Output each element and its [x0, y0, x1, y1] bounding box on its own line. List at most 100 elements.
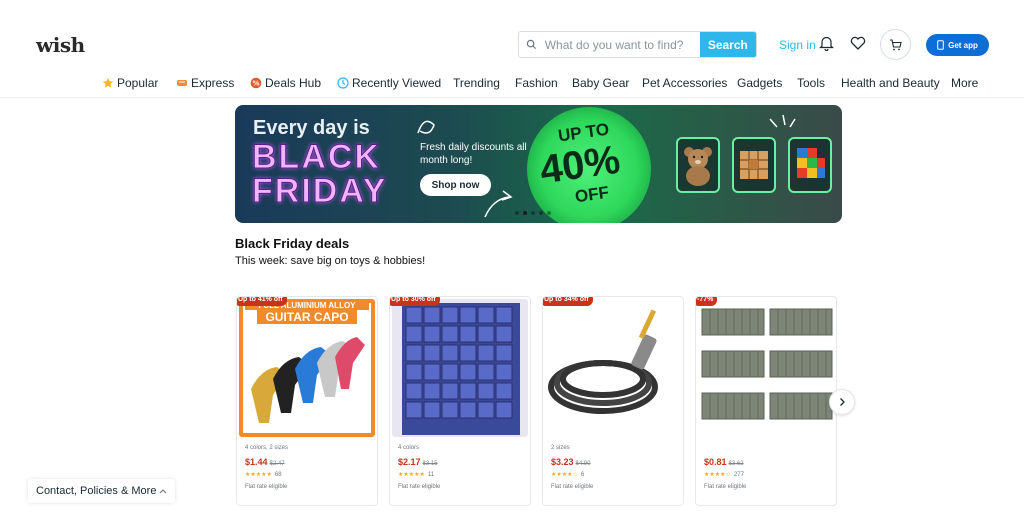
bell-icon[interactable]	[819, 35, 834, 56]
product-card[interactable]: Up to 41% off FULL ALUMINIUM ALLOY GUITA…	[236, 296, 378, 506]
nav-item-trending[interactable]: Trending	[453, 76, 500, 90]
get-app-label: Get app	[948, 40, 978, 50]
product-card[interactable]: -77% $0.81 $3.62 ★★★★☆ 277 Flat rate eligi…	[695, 296, 837, 506]
nav-item-deals-hub[interactable]: % Deals Hub	[250, 76, 321, 90]
express-icon	[177, 80, 187, 86]
discount-badge: Up to 34% off	[543, 297, 593, 306]
nav-item-pet-accessories[interactable]: Pet Accessories	[642, 76, 727, 90]
price-current: $1.44	[245, 457, 268, 467]
product-variants: 4 colors, 2 sizes	[245, 445, 289, 451]
banner-subtitle: Fresh daily discounts all month long!	[420, 142, 527, 166]
product-price: $1.44 $2.47	[245, 457, 285, 467]
nav-item-popular[interactable]: Popular	[102, 76, 158, 90]
shop-now-button[interactable]: Shop now	[420, 174, 491, 196]
price-original: $2.47	[269, 461, 285, 467]
rating-stars: ★★★★★	[245, 472, 272, 478]
product-variants: 2 sizes	[551, 445, 570, 451]
price-original: $4.90	[575, 461, 591, 467]
heart-icon[interactable]	[850, 36, 866, 55]
nav-item-health-and-beauty[interactable]: Health and Beauty	[841, 76, 940, 90]
carousel-dot[interactable]	[539, 211, 543, 215]
nav-item-express[interactable]: Express	[176, 76, 234, 90]
product-card[interactable]: Up to 34% off 2 sizes $3.23 $4.90 ★★★★☆ 6 …	[542, 296, 684, 506]
search-input[interactable]	[544, 32, 700, 57]
rating-stars: ★★★★★	[398, 472, 425, 478]
get-app-button[interactable]: Get app	[926, 34, 989, 56]
price-original: $3.62	[728, 461, 744, 467]
section-title: Black Friday deals	[235, 236, 350, 251]
svg-text:%: %	[252, 80, 259, 88]
price-current: $2.17	[398, 457, 421, 467]
product-image-dice	[392, 299, 528, 437]
product-variants: 4 colors	[398, 445, 420, 451]
product-image-guitar-capo: FULL ALUMINIUM ALLOY GUITAR CAPO	[239, 299, 375, 437]
product-price: $2.17 $3.15	[398, 457, 438, 467]
black-friday-banner[interactable]: Every day is BLACK FRIDAY Fresh daily di…	[235, 105, 842, 223]
search-bar: Search	[518, 31, 757, 58]
product-price: $3.23 $4.90	[551, 457, 591, 467]
review-count: 6	[580, 471, 585, 478]
star-icon	[102, 77, 114, 88]
product-card[interactable]: Up to 30% off 4 colors $2.17 $3.15 ★★★★★ 1…	[389, 296, 531, 506]
product-rating: ★★★★★ 11	[398, 471, 435, 479]
chevron-up-icon	[160, 489, 167, 494]
nav-label: Deals Hub	[265, 76, 322, 90]
review-count: 11	[427, 471, 435, 478]
nav-label: Express	[191, 76, 235, 90]
shipping-note: Flat rate eligible	[398, 484, 441, 490]
color-blocks-image	[788, 137, 832, 193]
search-icon	[519, 32, 545, 57]
shipping-note: Flat rate eligible	[704, 484, 747, 490]
image-title: GUITAR CAPO	[257, 310, 357, 324]
search-button[interactable]: Search	[699, 32, 756, 57]
price-current: $3.23	[551, 457, 574, 467]
carousel-dot[interactable]	[531, 211, 535, 215]
nav-item-more[interactable]: More	[951, 76, 978, 90]
shipping-note: Flat rate eligible	[551, 484, 594, 490]
sign-in-link[interactable]: Sign in	[779, 38, 816, 52]
section-subtitle: This week: save big on toys & hobbies!	[235, 255, 426, 267]
nav-item-recently-viewed[interactable]: Recently Viewed	[337, 76, 441, 90]
wish-logo[interactable]: wish	[36, 33, 85, 57]
phone-icon	[937, 40, 944, 50]
nav-item-fashion[interactable]: Fashion	[515, 76, 558, 90]
nav-item-tools[interactable]: Tools	[797, 76, 825, 90]
carousel-dot[interactable]	[515, 211, 519, 215]
footer-link-label: Contact, Policies & More	[36, 485, 157, 497]
teddy-bear-image	[676, 137, 720, 193]
product-price: $0.81 $3.62	[704, 457, 744, 467]
discount-badge: Up to 30% off	[390, 297, 440, 306]
banner-line1: Every day is	[253, 117, 370, 139]
price-current: $0.81	[704, 457, 727, 467]
nav-item-gadgets[interactable]: Gadgets	[737, 76, 782, 90]
nav-label: Recently Viewed	[352, 76, 442, 90]
discount-badge: Up to 41% off	[237, 297, 287, 306]
carousel-next-button[interactable]	[829, 389, 855, 415]
banner-line3: FRIDAY	[251, 172, 388, 211]
carousel-dot[interactable]	[547, 211, 551, 215]
rating-stars: ★★★★☆	[551, 472, 578, 478]
product-rating: ★★★★★ 68	[245, 471, 282, 479]
discount-badge: -77%	[696, 297, 718, 306]
product-image-containers	[698, 299, 834, 437]
product-rating: ★★★★☆ 277	[704, 471, 744, 479]
header: wish Search Sign in Get app	[0, 0, 1024, 70]
carousel-dot-active[interactable]	[523, 211, 527, 215]
product-image-audio-cable	[545, 299, 681, 437]
category-nav: Popular Express % Deals Hub Recently Vie…	[0, 70, 1024, 98]
clock-icon	[337, 77, 349, 89]
nav-item-baby-gear[interactable]: Baby Gear	[572, 76, 629, 90]
review-count: 277	[733, 471, 744, 478]
cart-button[interactable]	[880, 29, 911, 60]
price-original: $3.15	[422, 461, 438, 467]
product-rating: ★★★★☆ 6	[551, 471, 585, 479]
wood-puzzle-image	[732, 137, 776, 193]
nav-label: Popular	[117, 76, 159, 90]
contact-policies-link[interactable]: Contact, Policies & More	[28, 479, 176, 503]
cart-icon	[890, 38, 902, 50]
shipping-note: Flat rate eligible	[245, 484, 288, 490]
rating-stars: ★★★★☆	[704, 472, 731, 478]
carousel-dots	[515, 211, 551, 215]
chevron-right-icon	[840, 398, 845, 406]
review-count: 68	[274, 471, 282, 478]
